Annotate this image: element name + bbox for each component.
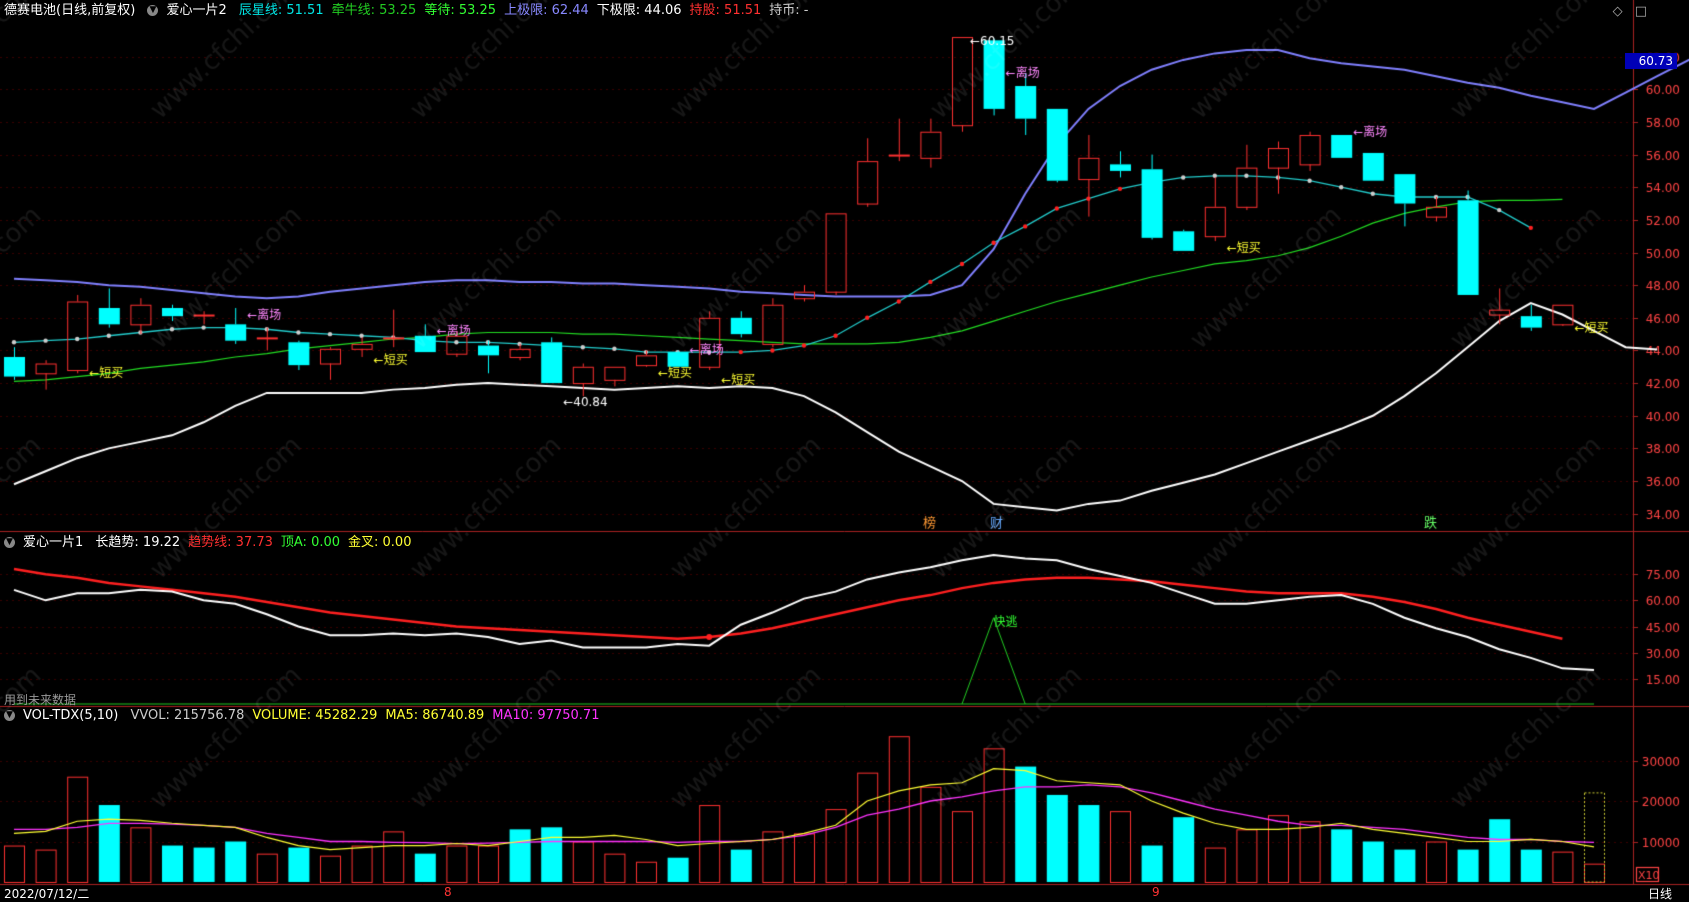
month-9-label: 9 <box>1152 885 1160 899</box>
header-item-0: 辰星线: 51.51 <box>238 3 324 18</box>
sub1-name[interactable]: 爱心一片1 <box>23 535 83 550</box>
stock-name: 德赛电池 <box>4 3 57 18</box>
sub2-item-3: MA10: 97750.71 <box>492 708 600 723</box>
date-label: 2022/07/12/二 <box>4 887 90 901</box>
period-switch[interactable]: 日线 <box>1648 885 1672 902</box>
main-panel-header: 德赛电池(日线,前复权) ▼ 爱心一片2 辰星线: 51.51 牵牛线: 53.25… <box>0 0 824 22</box>
header-item-1: 牵牛线: 53.25 <box>331 3 417 18</box>
header-values: 辰星线: 51.51 牵牛线: 53.25 等待: 53.25 上极限: 62.44 下… <box>239 3 817 18</box>
sub2-item-0: VVOL: 215756.78 <box>130 708 245 723</box>
maximize-icon[interactable]: □ <box>1635 4 1647 19</box>
sub1-values: 长趋势: 19.22 趋势线: 37.73 顶A: 0.00 金叉: 0.00 <box>95 535 419 550</box>
indicator-dropdown-icon[interactable]: ▼ <box>147 5 159 16</box>
stock-chart-canvas[interactable] <box>0 0 1689 902</box>
month-8-label: 8 <box>444 885 452 899</box>
indicator-name[interactable]: 爱心一片2 <box>166 3 226 18</box>
current-price-box: 60.73 <box>1625 53 1677 69</box>
header-item-2: 等待: 53.25 <box>424 3 497 18</box>
sub2-item-1: VOLUME: 45282.29 <box>252 708 378 723</box>
sub2-item-2: MA5: 86740.89 <box>385 708 485 723</box>
header-item-5: 持股: 51.51 <box>689 3 762 18</box>
sub1-item-3: 金叉: 0.00 <box>348 535 412 550</box>
sub2-header: ▼ VOL-TDX(5,10) VVOL: 215756.78 VOLUME: 45… <box>0 705 615 727</box>
sub1-header: ▼ 爱心一片1 长趋势: 19.22 趋势线: 37.73 顶A: 0.00 金叉: 0… <box>0 532 427 554</box>
header-item-3: 上极限: 62.44 <box>504 3 589 18</box>
diamond-icon[interactable]: ◇ <box>1613 4 1623 19</box>
header-item-4: 下极限: 44.06 <box>596 3 682 18</box>
sub2-name[interactable]: VOL-TDX(5,10) <box>23 708 118 723</box>
sub2-values: VVOL: 215756.78 VOLUME: 45282.29 MA5: 8674… <box>131 708 608 723</box>
sub1-item-2: 顶A: 0.00 <box>280 535 341 550</box>
period-label: (日线,前复权) <box>56 3 136 18</box>
sub1-item-0: 长趋势: 19.22 <box>95 535 181 550</box>
window-controls: ◇ □ <box>1605 4 1647 19</box>
header-item-6: 持币: - <box>769 3 809 18</box>
sub1-item-1: 趋势线: 37.73 <box>188 535 273 550</box>
sub1-dropdown-icon[interactable]: ▼ <box>4 537 15 548</box>
sub2-dropdown-icon[interactable]: ▼ <box>4 710 15 721</box>
